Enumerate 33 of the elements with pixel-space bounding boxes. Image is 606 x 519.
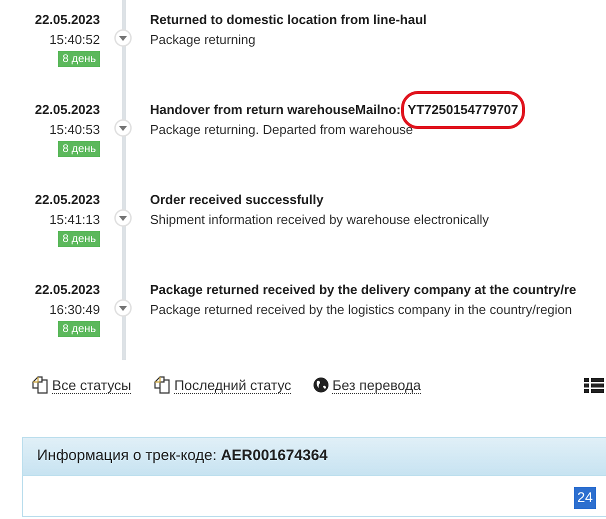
expand-icon[interactable] [114, 119, 132, 137]
copy-icon [31, 376, 49, 394]
info-panel-title: Информация о трек-коде: AER001674364 [37, 446, 328, 466]
day-badge: 8 день [58, 321, 100, 337]
event-title: Returned to domestic location from line-haul [150, 11, 427, 29]
event-date: 22.05.2023 [34, 191, 100, 209]
status-link[interactable]: Все статусы [52, 376, 132, 394]
event-time: 15:40:52 [49, 31, 100, 49]
status-link[interactable]: Без перевода [332, 376, 421, 394]
event-time: 15:40:53 [49, 121, 100, 139]
expand-icon[interactable] [114, 29, 132, 47]
event-time: 15:41:13 [49, 211, 100, 229]
event-title: Package returned received by the delivery company at the country/re [150, 281, 576, 299]
event-date: 22.05.2023 [34, 281, 100, 299]
event-detail: Package returned received by the logistics company in the country/region [150, 301, 574, 319]
tracking-number: YT7250154779707 [404, 94, 522, 126]
day-badge: 8 день [58, 231, 100, 247]
event-date: 22.05.2023 [34, 11, 100, 29]
day-badge: 8 день [58, 141, 100, 157]
event-detail: Package returning [150, 31, 257, 49]
event-title: Order received successfully [150, 191, 324, 209]
expand-icon[interactable] [114, 299, 132, 317]
event-time: 16:30:49 [49, 301, 100, 319]
globe-icon [313, 377, 330, 393]
counter-badge: 24 [574, 487, 596, 509]
status-link[interactable]: Последний статус [174, 376, 292, 394]
event-date: 22.05.2023 [34, 101, 100, 119]
day-badge: 8 день [58, 51, 100, 67]
list-icon[interactable] [584, 378, 604, 392]
copy-icon [153, 376, 172, 394]
event-title: Handover from return warehouseMailno: [150, 101, 401, 119]
expand-icon[interactable] [114, 209, 132, 227]
event-detail: Shipment information received by warehouse electronically [150, 211, 489, 229]
